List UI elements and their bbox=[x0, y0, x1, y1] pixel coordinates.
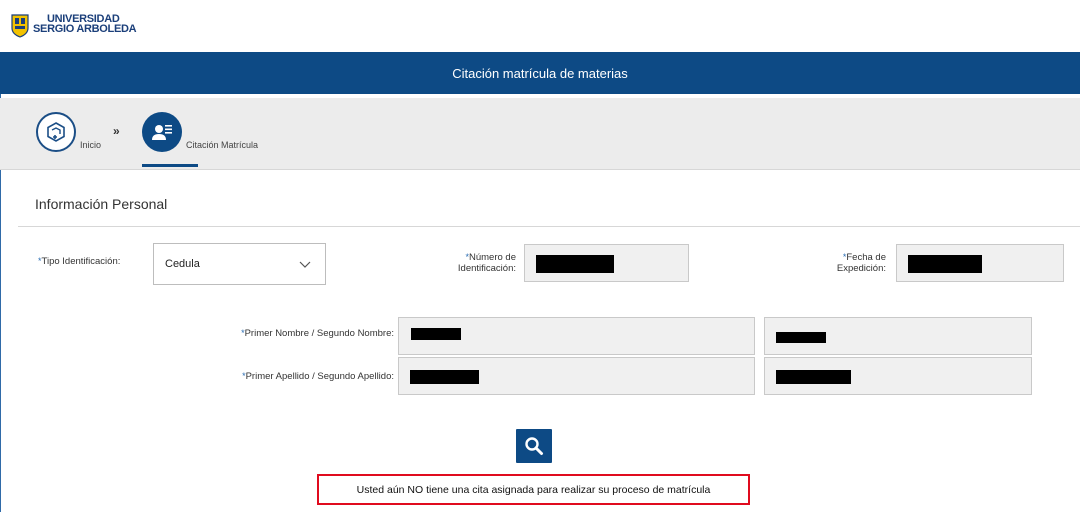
shield-logo-icon bbox=[11, 14, 29, 38]
search-icon bbox=[525, 437, 543, 455]
redacted-value bbox=[410, 370, 479, 384]
no-appointment-alert: Usted aún NO tiene una cita asignada par… bbox=[317, 474, 750, 505]
tipo-identificacion-label: *Tipo Identificación: bbox=[38, 256, 150, 267]
breadcrumb-citacion[interactable]: Citación Matrícula bbox=[142, 112, 258, 152]
nombres-label: *Primer Nombre / Segundo Nombre: bbox=[180, 328, 394, 339]
numero-identificacion-label-line2: Identificación: bbox=[457, 263, 516, 274]
segundo-apellido-field[interactable] bbox=[764, 357, 1032, 395]
tipo-identificacion-label-text: Tipo Identificación: bbox=[41, 256, 121, 267]
breadcrumb-current-label: Citación Matrícula bbox=[186, 140, 259, 150]
fecha-expedicion-label-line1: Fecha de bbox=[846, 252, 886, 263]
search-button[interactable] bbox=[516, 429, 552, 463]
brand-line-2: SERGIO ARBOLEDA bbox=[33, 23, 137, 35]
numero-identificacion-field[interactable] bbox=[524, 244, 689, 282]
tipo-identificacion-select[interactable]: Cedula bbox=[153, 243, 326, 285]
apellidos-label: *Primer Apellido / Segundo Apellido: bbox=[180, 371, 394, 382]
nombres-label-text: Primer Nombre / Segundo Nombre: bbox=[244, 328, 394, 339]
segundo-nombre-field[interactable] bbox=[764, 317, 1032, 355]
breadcrumb-home[interactable]: Inicio bbox=[36, 112, 101, 152]
brand-text: UNIVERSIDAD SERGIO ARBOLEDA bbox=[33, 14, 137, 35]
active-tab-indicator bbox=[142, 164, 198, 167]
redacted-value bbox=[908, 255, 982, 273]
redacted-value bbox=[536, 255, 614, 273]
section-divider bbox=[18, 226, 1080, 227]
numero-identificacion-label: *Número de Identificación: bbox=[430, 252, 516, 274]
fecha-expedicion-label-line2: Expedición: bbox=[836, 263, 886, 274]
primer-apellido-field[interactable] bbox=[398, 357, 755, 395]
primer-nombre-field[interactable] bbox=[398, 317, 755, 355]
apellidos-label-text: Primer Apellido / Segundo Apellido: bbox=[245, 371, 394, 382]
tipo-identificacion-value: Cedula bbox=[165, 258, 200, 270]
fecha-expedicion-field[interactable] bbox=[896, 244, 1064, 282]
breadcrumb: Inicio » Citación Matrícula bbox=[0, 98, 1080, 170]
fecha-expedicion-label: *Fecha de Expedición: bbox=[800, 252, 886, 274]
page-title: Citación matrícula de materias bbox=[452, 65, 628, 81]
redacted-value bbox=[411, 328, 461, 340]
user-list-icon bbox=[142, 112, 182, 152]
page-title-bar: Citación matrícula de materias bbox=[0, 52, 1080, 94]
numero-identificacion-label-line1: Número de bbox=[469, 252, 516, 263]
section-title: Información Personal bbox=[35, 196, 168, 212]
university-logo[interactable]: UNIVERSIDAD SERGIO ARBOLEDA bbox=[11, 14, 137, 38]
alert-message: Usted aún NO tiene una cita asignada par… bbox=[356, 483, 711, 496]
home-plus-icon bbox=[36, 112, 76, 152]
breadcrumb-home-label: Inicio bbox=[80, 140, 102, 150]
redacted-value bbox=[776, 370, 851, 384]
chevron-down-icon bbox=[299, 261, 311, 268]
breadcrumb-separator-icon: » bbox=[113, 124, 119, 138]
logo-bar: UNIVERSIDAD SERGIO ARBOLEDA bbox=[0, 0, 1080, 52]
redacted-value bbox=[776, 332, 826, 343]
